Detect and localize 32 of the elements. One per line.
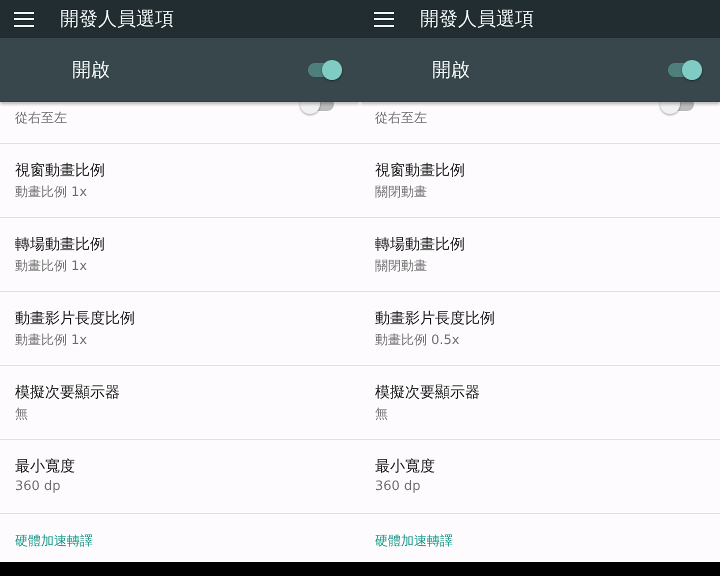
setting-title[interactable]: 轉場動畫比例 [375,235,705,254]
setting-summary: 動畫比例 1x [15,184,88,201]
setting-summary: 從右至左 [375,110,428,127]
setting-summary: 360 dp [375,479,422,494]
setting-summary: 無 [15,406,29,423]
switch-label: 開啟 [72,58,111,83]
toolbar-title: 開發人員選項 [420,7,534,32]
toggle-switch[interactable] [668,60,702,80]
setting-title[interactable]: 視窗動畫比例 [375,161,705,180]
setting-summary: 360 dp [15,479,62,494]
setting-title[interactable]: 最小寬度 [15,457,345,476]
switch-label: 開啟 [432,58,471,83]
setting-title[interactable]: 轉場動畫比例 [15,235,345,254]
toolbar-title: 開發人員選項 [60,7,174,32]
menu-icon[interactable] [374,12,394,26]
setting-summary: 無 [375,406,389,423]
toggle-switch[interactable] [308,60,342,80]
setting-summary: 動畫比例 1x [15,258,88,275]
category-header: 硬體加速轉譯 [374,533,454,550]
setting-summary: 關閉動畫 [375,184,428,201]
setting-title[interactable]: 模擬次要顯示器 [15,383,345,402]
setting-summary: 從右至左 [15,110,68,127]
setting-summary: 動畫比例 1x [15,332,88,349]
setting-summary: 關閉動畫 [375,258,428,275]
category-header: 硬體加速轉譯 [14,533,94,550]
setting-title[interactable]: 動畫影片長度比例 [15,309,345,328]
setting-title[interactable]: 模擬次要顯示器 [375,383,705,402]
menu-icon[interactable] [14,12,34,26]
setting-title[interactable]: 最小寬度 [375,457,705,476]
setting-title[interactable]: 視窗動畫比例 [15,161,345,180]
setting-summary: 動畫比例 0.5x [375,332,460,349]
setting-title[interactable]: 動畫影片長度比例 [375,309,705,328]
